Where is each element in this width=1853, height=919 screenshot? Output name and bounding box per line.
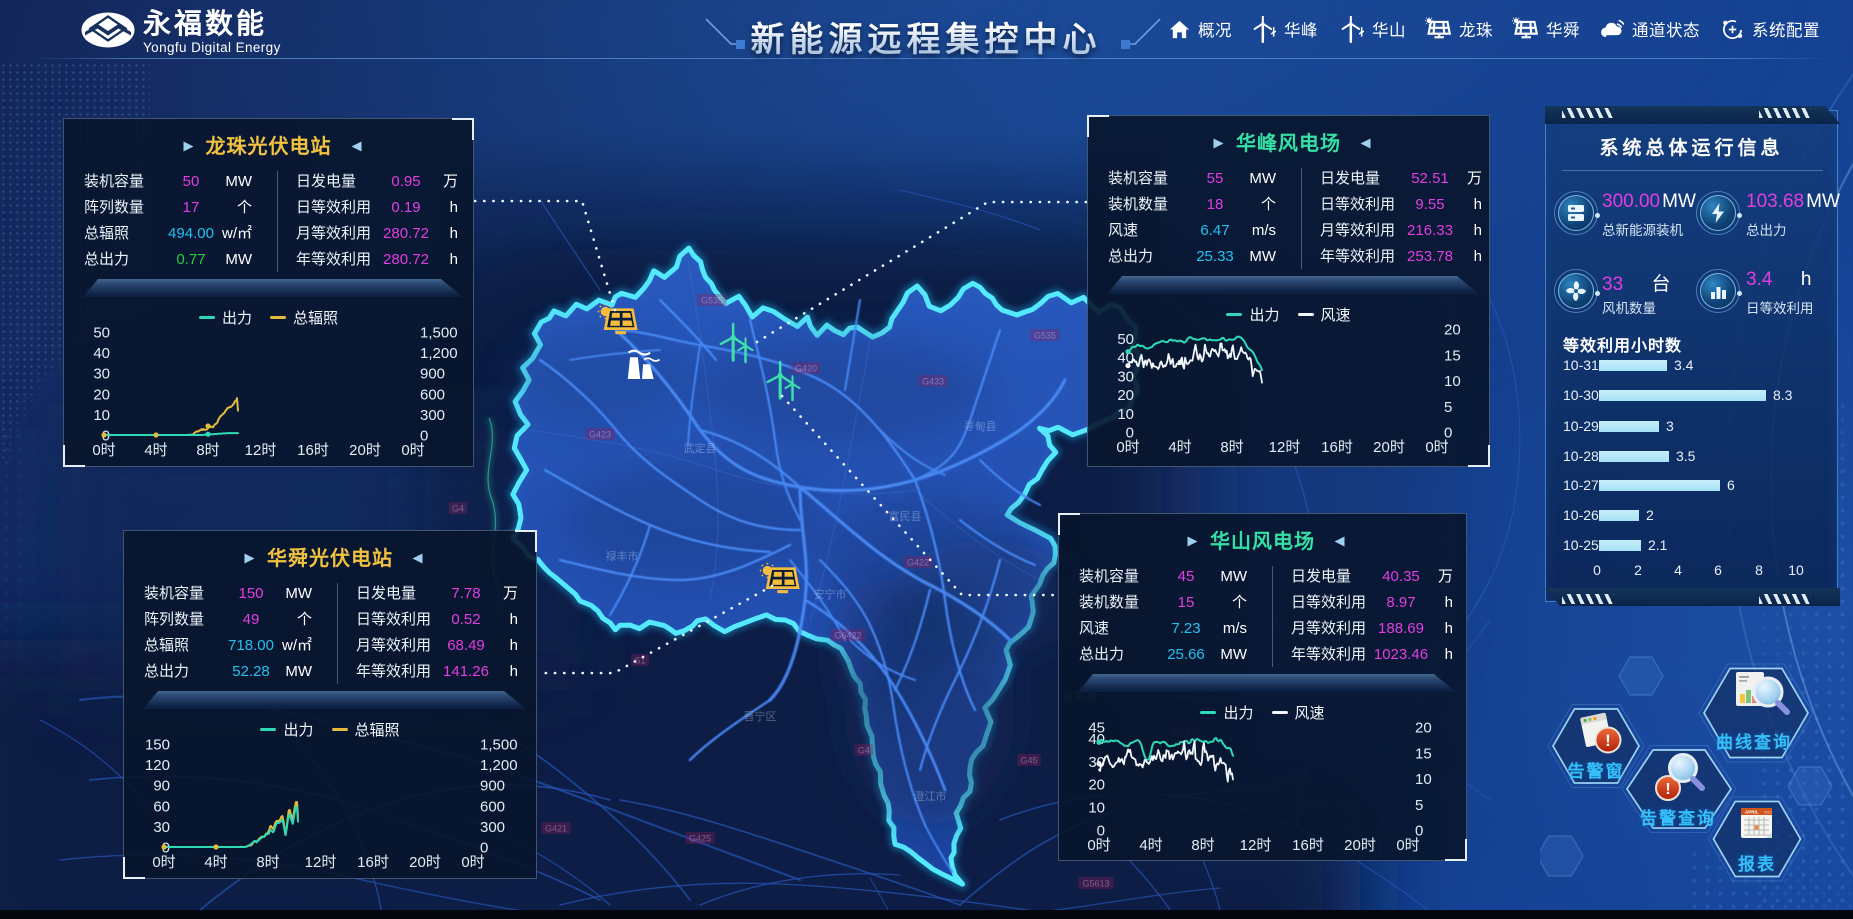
svg-text:富民县: 富民县 <box>889 509 922 523</box>
svg-text:G425: G425 <box>689 834 711 844</box>
svg-text:G4: G4 <box>858 746 870 756</box>
svg-text:60: 60 <box>153 798 170 815</box>
svg-text:600: 600 <box>420 386 445 403</box>
svg-text:12时: 12时 <box>1240 837 1272 854</box>
svg-text:30: 30 <box>1117 368 1134 385</box>
svg-text:10: 10 <box>1088 800 1105 817</box>
svg-text:10: 10 <box>93 407 110 424</box>
svg-text:300: 300 <box>420 407 445 424</box>
svg-text:120: 120 <box>145 757 170 774</box>
svg-text:武定县: 武定县 <box>684 441 717 455</box>
svg-text:G535: G535 <box>701 296 723 306</box>
svg-text:G433: G433 <box>922 377 944 387</box>
svg-text:G420: G420 <box>795 364 817 374</box>
svg-text:900: 900 <box>420 366 445 383</box>
svg-text:0时: 0时 <box>401 442 424 459</box>
svg-text:晋宁区: 晋宁区 <box>744 709 777 723</box>
svg-text:30: 30 <box>93 366 110 383</box>
svg-text:G45: G45 <box>1020 756 1037 766</box>
svg-text:5: 5 <box>1415 797 1423 814</box>
svg-text:1,200: 1,200 <box>420 345 458 362</box>
svg-text:1,200: 1,200 <box>480 757 518 774</box>
svg-text:16时: 16时 <box>297 442 329 459</box>
svg-text:0时: 0时 <box>1425 439 1448 456</box>
svg-text:20时: 20时 <box>1344 837 1376 854</box>
svg-text:2013: 2013 <box>1764 811 1772 815</box>
svg-text:0时: 0时 <box>152 854 175 871</box>
svg-text:澄江市: 澄江市 <box>914 789 947 803</box>
svg-text:50: 50 <box>1117 331 1134 348</box>
svg-text:8时: 8时 <box>1191 837 1214 854</box>
svg-text:0时: 0时 <box>1116 439 1139 456</box>
svg-text:4时: 4时 <box>144 442 167 459</box>
svg-text:20: 20 <box>1415 720 1432 737</box>
svg-text:16时: 16时 <box>357 854 389 871</box>
svg-text:900: 900 <box>480 778 505 795</box>
svg-text:4时: 4时 <box>1139 837 1162 854</box>
svg-text:寻甸县: 寻甸县 <box>964 420 997 433</box>
svg-text:20: 20 <box>1088 777 1105 794</box>
svg-text:40: 40 <box>93 345 110 362</box>
svg-text:4时: 4时 <box>204 854 227 871</box>
svg-text:4时: 4时 <box>1168 439 1191 456</box>
svg-text:G422: G422 <box>907 558 929 568</box>
svg-text:8时: 8时 <box>256 854 279 871</box>
svg-text:20: 20 <box>1117 387 1134 404</box>
svg-text:G423: G423 <box>589 430 611 440</box>
svg-text:G421: G421 <box>545 824 567 834</box>
svg-text:12时: 12时 <box>245 442 277 459</box>
svg-text:10: 10 <box>1415 771 1432 788</box>
svg-text:G5613: G5613 <box>1082 879 1109 889</box>
svg-text:安宁市: 安宁市 <box>814 587 847 601</box>
svg-text:8时: 8时 <box>196 442 219 459</box>
svg-text:20时: 20时 <box>349 442 381 459</box>
svg-text:16时: 16时 <box>1321 439 1353 456</box>
svg-text:G535: G535 <box>1034 331 1056 341</box>
svg-text:16时: 16时 <box>1292 837 1324 854</box>
svg-text:150: 150 <box>145 737 170 754</box>
svg-text:G4: G4 <box>452 504 464 514</box>
svg-text:15: 15 <box>1415 745 1432 762</box>
svg-text:1,500: 1,500 <box>420 325 458 342</box>
svg-text:10: 10 <box>1117 406 1134 423</box>
svg-text:20时: 20时 <box>1373 439 1405 456</box>
svg-text:!: ! <box>1665 781 1670 798</box>
svg-text:8时: 8时 <box>1220 439 1243 456</box>
svg-text:50: 50 <box>93 325 110 342</box>
svg-text:0时: 0时 <box>461 854 484 871</box>
svg-text:10: 10 <box>1444 373 1461 390</box>
svg-text:0时: 0时 <box>1087 837 1110 854</box>
svg-text:0时: 0时 <box>92 442 115 459</box>
svg-text:!: ! <box>1605 731 1611 750</box>
svg-text:15: 15 <box>1444 347 1461 364</box>
svg-text:90: 90 <box>153 778 170 795</box>
svg-text:300: 300 <box>480 819 505 836</box>
svg-text:G6422: G6422 <box>834 631 861 641</box>
svg-text:5: 5 <box>1444 399 1452 416</box>
svg-text:600: 600 <box>480 798 505 815</box>
svg-text:1,500: 1,500 <box>480 737 518 754</box>
svg-text:12时: 12时 <box>1269 439 1301 456</box>
svg-text:20: 20 <box>93 386 110 403</box>
svg-text:12时: 12时 <box>305 854 337 871</box>
svg-text:禄丰市: 禄丰市 <box>606 549 639 563</box>
svg-text:0时: 0时 <box>1396 837 1419 854</box>
svg-text:20: 20 <box>1444 322 1461 339</box>
svg-text:APRIL: APRIL <box>1745 810 1759 815</box>
svg-text:30: 30 <box>153 819 170 836</box>
svg-text:20时: 20时 <box>409 854 441 871</box>
